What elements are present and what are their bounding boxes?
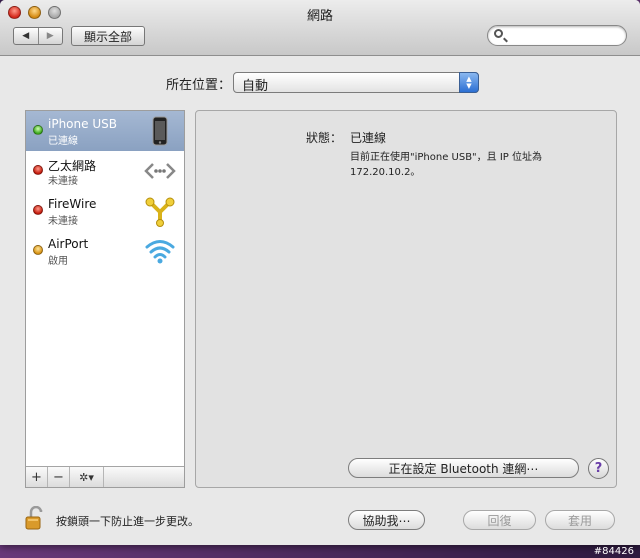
add-service-button[interactable]: + <box>26 467 48 487</box>
lock-hint-text: 按鎖頭一下防止進一步更改。 <box>56 515 199 528</box>
service-name: iPhone USB <box>48 117 117 131</box>
service-item-firewire[interactable]: FireWire 未連接 <box>26 191 184 231</box>
gear-menu-button[interactable]: ✲▾ <box>70 467 104 487</box>
service-status: 已連線 <box>48 136 78 147</box>
firewire-icon <box>145 197 175 227</box>
service-status: 未連接 <box>48 176 78 187</box>
service-item-ethernet[interactable]: 乙太網路 未連接 <box>26 151 184 191</box>
select-arrows-icon: ▲ ▼ <box>459 72 479 93</box>
service-item-iphone-usb[interactable]: iPhone USB 已連線 <box>26 111 184 151</box>
status-indicator-icon <box>33 165 43 175</box>
service-status: 啟用 <box>48 256 68 267</box>
wifi-icon <box>145 240 175 264</box>
iphone-icon <box>152 116 168 146</box>
search-input[interactable] <box>510 28 624 45</box>
apply-button[interactable]: 套用 <box>545 510 615 530</box>
help-button[interactable]: ? <box>588 458 609 479</box>
service-name: AirPort <box>48 237 89 251</box>
status-indicator-icon <box>33 125 43 135</box>
forward-button[interactable]: ▶ <box>37 28 63 44</box>
status-indicator-icon <box>33 245 43 255</box>
service-status: 未連接 <box>48 216 78 227</box>
bluetooth-setup-button[interactable]: 正在設定 Bluetooth 連網⋯ <box>348 458 579 478</box>
service-list: iPhone USB 已連線 乙太網路 未連接 FireWire 未連接 Air… <box>25 110 185 488</box>
status-description: 目前正在使用"iPhone USB"，且 IP 位址為 172.20.10.2。 <box>350 152 542 178</box>
network-preferences-window: 網路 ◀ ▶ 顯示全部 所在位置： 自動 ▲▼ iPhone USB 已連線 <box>0 0 640 545</box>
titlebar: 網路 ◀ ▶ 顯示全部 <box>0 0 640 56</box>
service-item-airport[interactable]: AirPort 啟用 <box>26 231 184 271</box>
revert-button[interactable]: 回復 <box>463 510 536 530</box>
search-icon <box>494 29 503 38</box>
back-forward-group: ◀ ▶ <box>13 27 63 45</box>
back-button[interactable]: ◀ <box>14 28 38 44</box>
watermark: #84426 <box>593 546 634 557</box>
ethernet-icon <box>144 163 176 179</box>
service-name: FireWire <box>48 197 97 211</box>
location-label: 所在位置： <box>166 78 232 93</box>
assist-me-button[interactable]: 協助我⋯ <box>348 510 425 530</box>
window-title: 網路 <box>306 9 333 24</box>
lock-icon[interactable] <box>25 506 47 530</box>
status-value: 已連線 <box>350 131 387 145</box>
location-value: 自動 <box>242 79 269 94</box>
location-select[interactable]: 自動 ▲ ▼ <box>233 72 479 94</box>
service-list-controls: + − ✲▾ <box>26 466 184 487</box>
service-detail-pane: 狀態： 已連線 目前正在使用"iPhone USB"，且 IP 位址為 172.… <box>195 110 617 488</box>
show-all-button[interactable]: 顯示全部 <box>71 26 145 46</box>
search-field[interactable] <box>487 25 627 46</box>
remove-service-button[interactable]: − <box>48 467 70 487</box>
status-indicator-icon <box>33 205 43 215</box>
status-label: 狀態： <box>306 131 343 145</box>
